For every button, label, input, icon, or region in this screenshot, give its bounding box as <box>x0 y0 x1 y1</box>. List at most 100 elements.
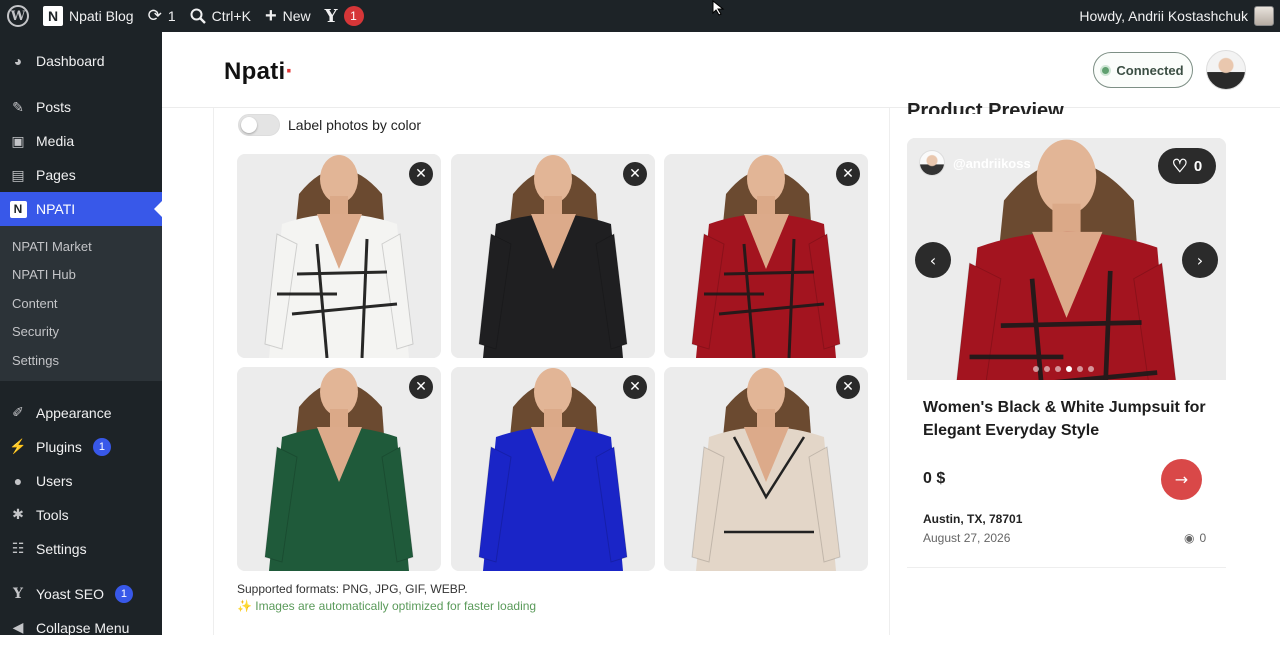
carousel-next-button[interactable]: › <box>1182 242 1218 278</box>
sidebar-item-posts[interactable]: ✎ Posts <box>0 90 162 124</box>
connected-button[interactable]: Connected <box>1093 52 1193 88</box>
close-icon: ✕ <box>415 379 427 395</box>
photo-thumbnail[interactable]: ✕ <box>237 367 441 571</box>
yoast-count-badge: 1 <box>343 6 364 26</box>
sidebar-item-npati[interactable]: N NPATI <box>0 192 162 226</box>
label-by-color-toggle-row: Label photos by color <box>238 114 421 136</box>
close-icon: ✕ <box>415 166 427 182</box>
remove-photo-button[interactable]: ✕ <box>623 375 647 399</box>
remove-photo-button[interactable]: ✕ <box>409 375 433 399</box>
wordpress-logo-button[interactable]: W <box>0 0 36 32</box>
label-by-color-toggle[interactable] <box>238 114 280 136</box>
jumpsuit-photo <box>451 367 655 571</box>
close-icon: ✕ <box>842 379 854 395</box>
submenu-npati-market[interactable]: NPATI Market <box>0 232 162 261</box>
carousel-dot[interactable] <box>1033 366 1039 372</box>
connected-label: Connected <box>1116 62 1184 78</box>
mouse-cursor-icon <box>712 0 725 16</box>
submenu-content[interactable]: Content <box>0 289 162 318</box>
carousel-dots[interactable] <box>1033 366 1094 372</box>
jumpsuit-photo <box>237 154 441 358</box>
chevron-right-icon: › <box>1196 250 1204 270</box>
sidebar-item-label: Users <box>36 472 73 489</box>
brand-logo: Npati· <box>224 58 294 86</box>
npati-logo-icon: N <box>9 200 27 218</box>
sidebar-item-appearance[interactable]: ✐ Appearance <box>0 396 162 430</box>
views-counter: ◉ 0 <box>1184 531 1206 545</box>
submenu-security[interactable]: Security <box>0 318 162 347</box>
yoast-icon: Y <box>324 5 338 27</box>
carousel-dot[interactable] <box>1088 366 1094 372</box>
sidebar-item-label: Pages <box>36 167 76 183</box>
search-shortcut[interactable]: Ctrl+K <box>183 0 258 32</box>
submenu-label: Settings <box>12 352 59 368</box>
profile-avatar[interactable] <box>1206 50 1246 90</box>
product-price: 0 $ <box>923 470 946 487</box>
product-date: August 27, 2026 <box>923 531 1011 545</box>
sidebar-item-yoast[interactable]: Y Yoast SEO 1 <box>0 577 162 611</box>
admin-sidebar: ◕ Dashboard ✎ Posts ▣ Media ▤ Pages N NPATI N… <box>0 32 162 636</box>
sidebar-item-tools[interactable]: ✱ Tools <box>0 498 162 532</box>
remove-photo-button[interactable]: ✕ <box>836 162 860 186</box>
carousel-prev-button[interactable]: ‹ <box>915 242 951 278</box>
site-name-link[interactable]: N Npati Blog <box>36 0 141 32</box>
submenu-label: NPATI Hub <box>12 267 76 283</box>
plus-icon: + <box>264 4 277 27</box>
likes-count: 0 <box>1193 157 1203 175</box>
like-button[interactable]: ♡ 0 <box>1158 148 1216 184</box>
carousel-dot[interactable] <box>1066 366 1072 372</box>
remove-photo-button[interactable]: ✕ <box>836 375 860 399</box>
carousel-dot[interactable] <box>1055 366 1061 372</box>
sidebar-item-label: Tools <box>36 506 69 523</box>
submenu-settings[interactable]: Settings <box>0 346 162 375</box>
sidebar-item-label: Appearance <box>36 404 112 421</box>
pages-icon: ▤ <box>11 166 25 183</box>
sidebar-item-plugins[interactable]: ⚡ Plugins 1 <box>0 430 162 464</box>
yoast-icon: Y <box>13 585 23 602</box>
brand-name: Npati <box>224 58 286 85</box>
optimized-note: ✨ Images are automatically optimized for… <box>237 599 537 613</box>
jumpsuit-photo <box>451 154 655 358</box>
carousel-dot[interactable] <box>1077 366 1083 372</box>
sidebar-item-label: Media <box>36 133 75 149</box>
updates-count: 1 <box>167 8 176 24</box>
sidebar-item-users[interactable]: ● Users <box>0 464 162 498</box>
status-dot-icon <box>1102 66 1110 74</box>
plugins-count-badge: 1 <box>92 437 111 456</box>
product-location: Austin, TX, 78701 <box>923 512 1023 526</box>
new-content-button[interactable]: + New <box>258 0 318 32</box>
jumpsuit-photo <box>237 367 441 571</box>
sidebar-item-media[interactable]: ▣ Media <box>0 124 162 158</box>
submenu-label: Security <box>12 324 59 340</box>
remove-photo-button[interactable]: ✕ <box>409 162 433 186</box>
sidebar-item-dashboard[interactable]: ◕ Dashboard <box>0 44 162 78</box>
sliders-icon: ☷ <box>11 540 25 556</box>
sidebar-item-pages[interactable]: ▤ Pages <box>0 158 162 192</box>
media-icon: ▣ <box>11 132 25 149</box>
yoast-adminbar-button[interactable]: Y1 <box>318 0 371 32</box>
yoast-count-badge: 1 <box>114 584 133 603</box>
sidebar-item-label: Settings <box>36 540 87 557</box>
toggle-label: Label photos by color <box>288 117 422 133</box>
photo-thumbnail[interactable]: ✕ <box>451 367 655 571</box>
author-chip[interactable]: @andriikoss <box>919 150 1031 176</box>
collapse-menu-button[interactable]: ◀ Collapse Menu <box>0 611 162 645</box>
photo-thumbnail[interactable]: ✕ <box>237 154 441 358</box>
site-name: Npati Blog <box>69 8 134 24</box>
author-avatar <box>919 150 945 176</box>
npati-logo-icon: N <box>43 6 63 26</box>
sidebar-item-settings[interactable]: ☷ Settings <box>0 532 162 566</box>
carousel-dot[interactable] <box>1044 366 1050 372</box>
search-icon <box>190 8 206 24</box>
photo-thumbnail[interactable]: ✕ <box>664 154 868 358</box>
npati-submenu: NPATI Market NPATI Hub Content Security … <box>0 226 162 381</box>
preview-heading: Product Preview <box>907 100 1064 114</box>
remove-photo-button[interactable]: ✕ <box>623 162 647 186</box>
photo-thumbnail[interactable]: ✕ <box>451 154 655 358</box>
photo-thumbnail[interactable]: ✕ <box>664 367 868 571</box>
open-product-button[interactable]: → <box>1161 459 1202 500</box>
submenu-npati-hub[interactable]: NPATI Hub <box>0 261 162 290</box>
updates-link[interactable]: ⟳ 1 <box>141 0 183 32</box>
account-menu[interactable]: Howdy, Andrii Kostashchuk <box>1072 0 1280 32</box>
product-image-carousel[interactable]: @andriikoss ♡ 0 ‹ › <box>907 138 1226 380</box>
